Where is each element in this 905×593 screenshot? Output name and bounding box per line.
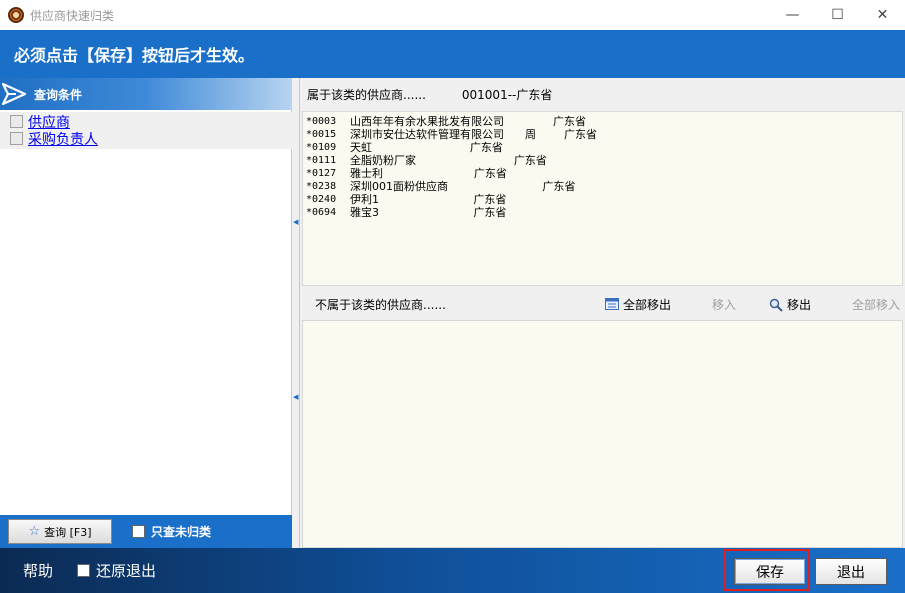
list-icon	[605, 298, 619, 310]
condition-item-buyer: 采购负责人	[10, 129, 292, 149]
only-unclassified-checkbox[interactable]	[132, 525, 145, 538]
move-in-all-label: 全部移入	[852, 297, 901, 312]
supplier-row[interactable]: *0003 山西年年有余水果批发有限公司 广东省	[306, 115, 902, 128]
supplier-row[interactable]: *0238 深圳001面粉供应商 广东省	[306, 180, 902, 193]
move-in-all-button[interactable]: 全部移入	[852, 289, 900, 319]
supplier-code: *0003	[306, 116, 337, 127]
only-unclassified-label: 只查未归类	[151, 525, 212, 539]
window-title: 供应商快速归类	[30, 8, 115, 23]
window-controls: — ☐ ✕	[770, 0, 905, 30]
query-button[interactable]: ☆ 查询 [F3]	[8, 519, 112, 544]
restore-exit-label: 还原退出	[96, 562, 157, 580]
supplier-row[interactable]: *0111 全脂奶粉厂家 广东省	[306, 154, 902, 167]
move-in-button[interactable]: 移入	[712, 289, 736, 319]
move-out-label: 移出	[787, 297, 812, 312]
maximize-button[interactable]: ☐	[815, 0, 860, 30]
belong-supplier-list[interactable]: *0003 山西年年有余水果批发有限公司 广东省 *0015 深圳市安仕达软件管理有限…	[302, 111, 903, 286]
supplier-row[interactable]: *0127 雅士利 广东省	[306, 167, 902, 180]
only-unclassified-toggle[interactable]: 只查未归类	[132, 523, 211, 540]
query-footer: ☆ 查询 [F3] 只查未归类	[0, 515, 292, 548]
restore-exit-toggle[interactable]: 还原退出	[77, 560, 156, 581]
condition-checkbox[interactable]	[10, 132, 23, 145]
condition-link-buyer[interactable]: 采购负责人	[28, 129, 98, 149]
supplier-row[interactable]: *0109 天虹 广东省	[306, 141, 902, 154]
collapse-left-icon[interactable]: ◀	[293, 393, 298, 401]
query-panel: 查询条件 供应商 采购负责人 ☆ 查询 [F3] 只查未归类	[0, 78, 292, 548]
exit-button[interactable]: 退出	[815, 558, 887, 585]
title-bar: 供应商快速归类 — ☐ ✕	[0, 0, 905, 30]
bottom-bar: 帮助 还原退出 保存 退出	[0, 548, 905, 593]
move-out-all-label: 全部移出	[623, 297, 672, 312]
move-in-label: 移入	[712, 297, 737, 312]
collapse-left-icon[interactable]: ◀	[293, 218, 298, 226]
notbelong-toolbar: 不属于该类的供应商...... 全部移出 移入 移出 全部移入	[300, 289, 905, 319]
panel-splitter[interactable]: ◀ ◀	[292, 78, 300, 548]
notice-banner: 必须点击【保存】按钮后才生效。	[0, 30, 905, 78]
condition-item-supplier: 供应商	[10, 113, 292, 131]
belong-label: 属于该类的供应商......	[307, 87, 426, 102]
notbelong-label: 不属于该类的供应商......	[315, 297, 446, 312]
category-code: 001001--广东省	[461, 87, 553, 102]
save-button[interactable]: 保存	[734, 558, 806, 585]
supplier-code: *0127	[306, 168, 337, 179]
supplier-code: *0111	[306, 155, 337, 166]
condition-list: 供应商 采购负责人	[0, 112, 292, 149]
restore-exit-checkbox[interactable]	[77, 564, 91, 577]
minimize-button[interactable]: —	[770, 0, 815, 30]
close-button[interactable]: ✕	[860, 0, 905, 30]
query-header-label: 查询条件	[34, 87, 83, 102]
query-header: 查询条件	[0, 78, 292, 110]
supplier-code: *0694	[306, 207, 337, 218]
condition-checkbox[interactable]	[10, 115, 23, 128]
query-button-label: 查询 [F3]	[44, 525, 92, 539]
classification-panel: 属于该类的供应商...... 001001--广东省 *0003 山西年年有余水果…	[300, 78, 905, 548]
supplier-row[interactable]: *0694 雅宝3 广东省	[306, 206, 902, 219]
belong-header: 属于该类的供应商...... 001001--广东省	[300, 78, 905, 110]
move-out-all-button[interactable]: 全部移出	[605, 289, 671, 319]
send-arrow-icon	[0, 78, 28, 110]
supplier-quick-classify-window: 供应商快速归类 — ☐ ✕ 必须点击【保存】按钮后才生效。 查询条件 供应商 采…	[0, 0, 905, 593]
notbelong-supplier-list[interactable]	[302, 320, 903, 548]
supplier-code: *0109	[306, 142, 337, 153]
supplier-code: *0015	[306, 129, 337, 140]
supplier-code: *0238	[306, 181, 337, 192]
help-link[interactable]: 帮助	[23, 560, 53, 581]
move-out-button[interactable]: 移出	[769, 289, 811, 319]
supplier-row[interactable]: *0240 伊利1 广东省	[306, 193, 902, 206]
star-icon: ☆	[28, 524, 41, 539]
app-icon	[8, 7, 24, 23]
magnifier-icon	[769, 298, 783, 312]
supplier-code: *0240	[306, 194, 337, 205]
supplier-row[interactable]: *0015 深圳市安仕达软件管理有限公司 周 广东省	[306, 128, 902, 141]
